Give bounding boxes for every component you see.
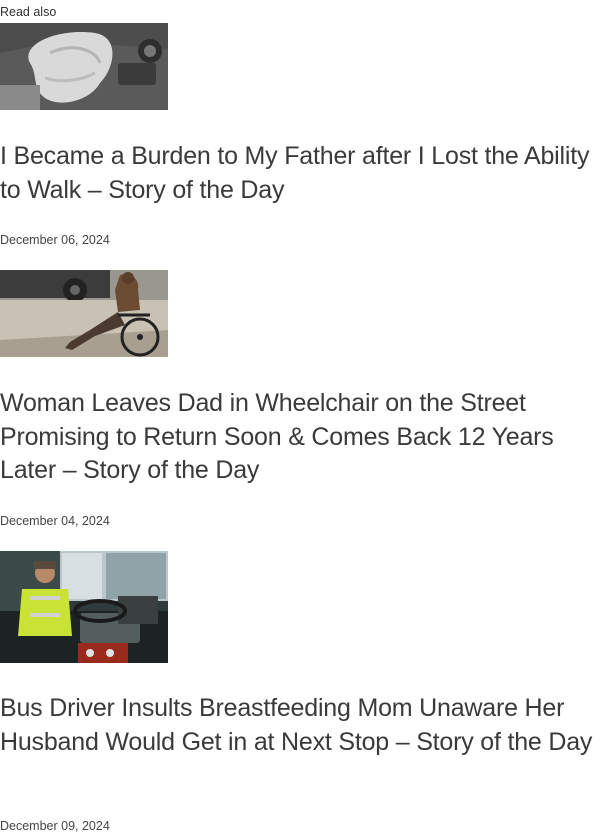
wheelchair-street-photo-icon xyxy=(0,270,168,357)
article-title[interactable]: Bus Driver Insults Breastfeeding Mom Una… xyxy=(0,692,600,759)
article-thumbnail-bus-driver[interactable] xyxy=(0,551,168,663)
article-title[interactable]: I Became a Burden to My Father after I L… xyxy=(0,140,600,207)
article-thumbnail-airbag[interactable] xyxy=(0,23,168,110)
article-title[interactable]: Woman Leaves Dad in Wheelchair on the St… xyxy=(0,387,600,488)
car-airbag-photo-icon xyxy=(0,23,168,110)
article-date: December 09, 2024 xyxy=(0,819,110,833)
article-thumbnail-wheelchair[interactable] xyxy=(0,270,168,357)
article-date: December 04, 2024 xyxy=(0,514,110,528)
section-label: Read also xyxy=(0,5,57,19)
article-date: December 06, 2024 xyxy=(0,233,110,247)
bus-driver-photo-icon xyxy=(0,551,168,663)
